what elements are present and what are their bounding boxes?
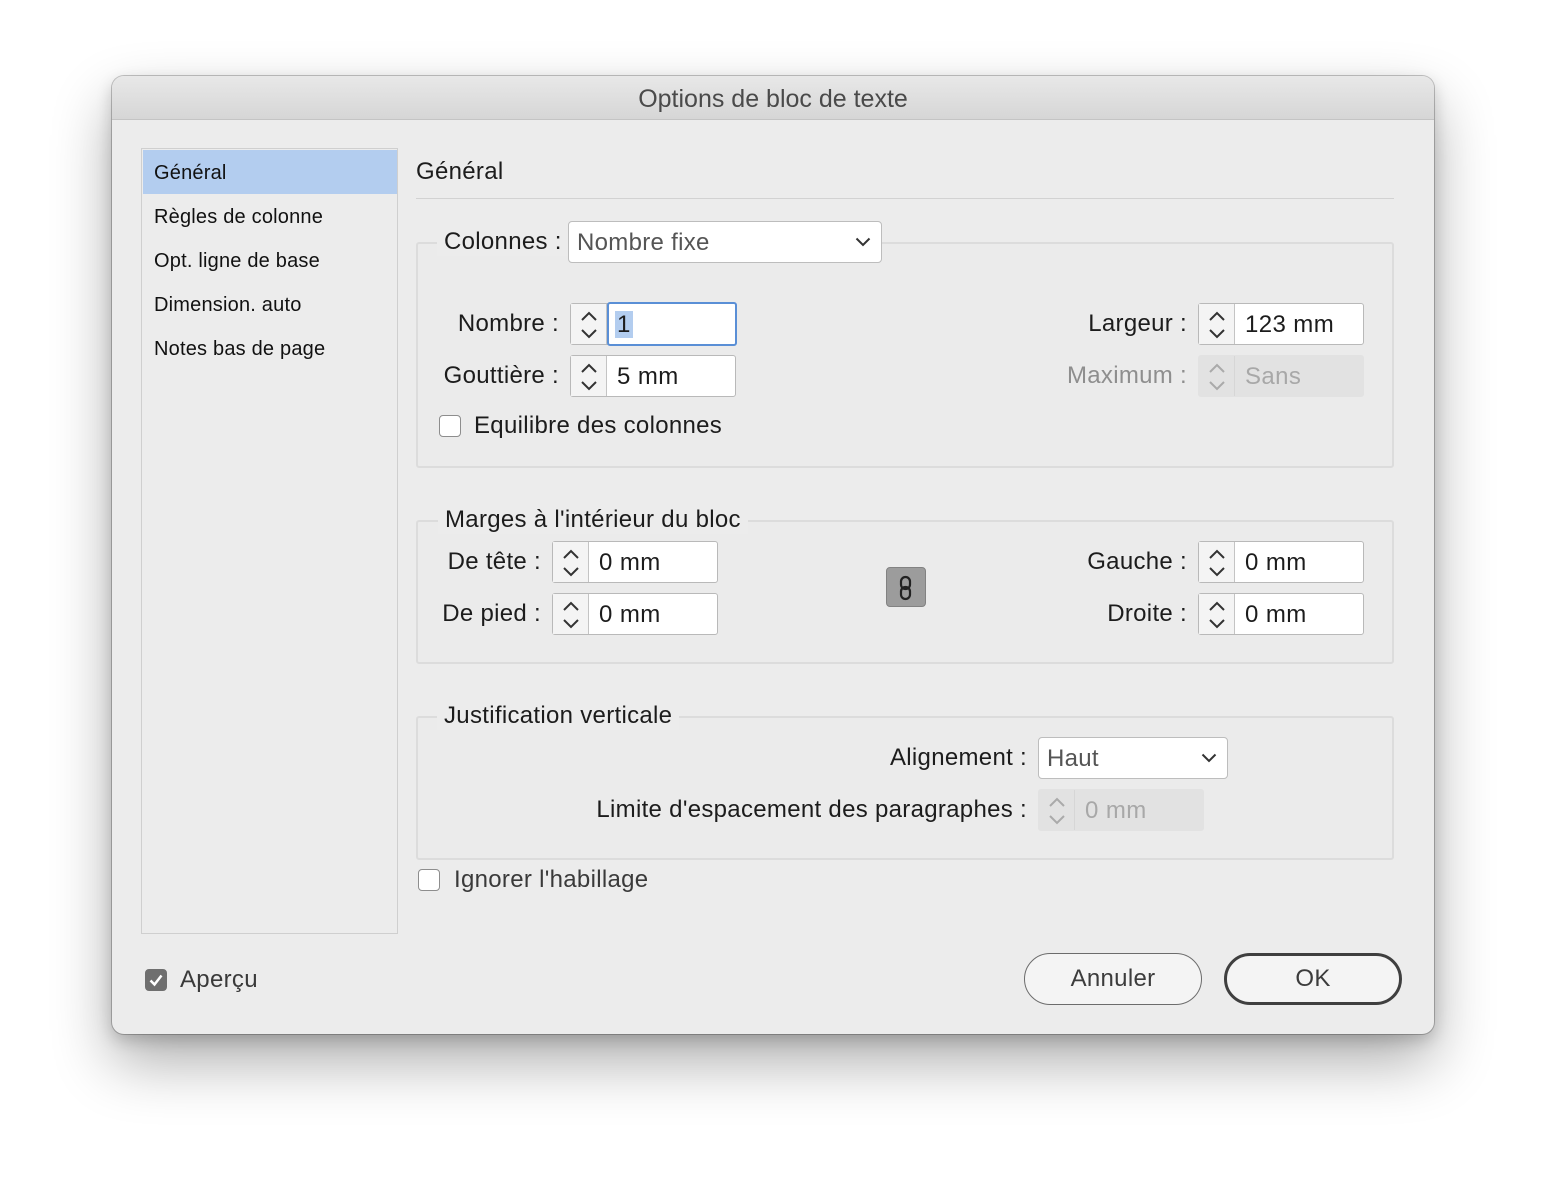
stepper-arrows-icon[interactable] xyxy=(553,542,589,582)
stepper-arrows-icon[interactable] xyxy=(1199,542,1235,582)
stepper-arrows-icon[interactable] xyxy=(1199,304,1235,344)
width-input[interactable]: 123 mm xyxy=(1245,304,1334,344)
preview-checkbox[interactable] xyxy=(145,969,167,991)
columns-label: Colonnes : xyxy=(437,228,569,256)
sidebar-item-baseline-options[interactable]: Opt. ligne de base xyxy=(143,238,397,282)
insets-legend: Marges à l'intérieur du bloc xyxy=(438,506,748,534)
paragraph-spacing-limit-input: 0 mm xyxy=(1085,797,1147,824)
cancel-button[interactable]: Annuler xyxy=(1024,953,1202,1005)
stepper-arrows-icon xyxy=(1039,790,1075,830)
columns-number-input[interactable]: 1 xyxy=(615,304,633,344)
width-stepper[interactable]: 123 mm xyxy=(1198,303,1364,345)
sidebar-item-column-rules[interactable]: Règles de colonne xyxy=(143,194,397,238)
chevron-down-icon xyxy=(1201,753,1217,763)
inset-bottom-stepper[interactable]: 0 mm xyxy=(552,593,718,635)
checkmark-icon xyxy=(149,974,163,987)
chevron-down-icon xyxy=(855,237,871,247)
gutter-input[interactable]: 5 mm xyxy=(617,356,679,396)
columns-number-stepper[interactable]: 1 xyxy=(570,302,737,346)
text-frame-options-dialog: Options de bloc de texte Général Règles … xyxy=(112,76,1434,1034)
paragraph-spacing-limit-stepper: 0 mm xyxy=(1038,789,1204,831)
columns-type-value: Nombre fixe xyxy=(577,229,710,256)
stepper-arrows-icon[interactable] xyxy=(1199,594,1235,634)
sidebar-item-footnotes[interactable]: Notes bas de page xyxy=(143,326,397,370)
ignore-text-wrap-label[interactable]: Ignorer l'habillage xyxy=(454,866,648,894)
inset-bottom-input[interactable]: 0 mm xyxy=(599,594,661,634)
panel-title: Général xyxy=(416,158,504,185)
alignment-label: Alignement : xyxy=(889,744,1027,771)
title-divider xyxy=(416,198,1394,199)
width-label: Largeur : xyxy=(1088,310,1187,337)
sidebar-item-auto-size[interactable]: Dimension. auto xyxy=(143,282,397,326)
sidebar-item-general[interactable]: Général xyxy=(143,150,397,194)
paragraph-spacing-limit-label: Limite d'espacement des paragraphes : xyxy=(596,796,1027,823)
inset-bottom-label: De pied : xyxy=(442,600,541,627)
link-insets-button[interactable] xyxy=(886,567,926,607)
inset-right-stepper[interactable]: 0 mm xyxy=(1198,593,1364,635)
alignment-dropdown[interactable]: Haut xyxy=(1038,737,1228,779)
vertical-justification-legend: Justification verticale xyxy=(437,702,680,730)
balance-columns-label[interactable]: Equilibre des colonnes xyxy=(474,412,722,440)
inset-left-input[interactable]: 0 mm xyxy=(1245,542,1307,582)
maximum-stepper: Sans xyxy=(1198,355,1364,397)
gutter-stepper[interactable]: 5 mm xyxy=(570,355,736,397)
maximum-input: Sans xyxy=(1245,363,1302,390)
inset-top-input[interactable]: 0 mm xyxy=(599,542,661,582)
inset-right-label: Droite : xyxy=(1107,600,1187,627)
sidebar: Général Règles de colonne Opt. ligne de … xyxy=(141,148,398,934)
gutter-label: Gouttière : xyxy=(443,362,559,389)
stepper-arrows-icon xyxy=(1199,356,1235,396)
stepper-arrows-icon[interactable] xyxy=(553,594,589,634)
columns-type-dropdown[interactable]: Nombre fixe xyxy=(568,221,882,263)
ok-button[interactable]: OK xyxy=(1224,953,1402,1005)
vertical-justification-group xyxy=(416,716,1394,860)
chain-link-icon xyxy=(899,575,912,601)
inset-left-stepper[interactable]: 0 mm xyxy=(1198,541,1364,583)
window-title: Options de bloc de texte xyxy=(112,76,1434,120)
inset-left-label: Gauche : xyxy=(1087,548,1187,575)
maximum-label: Maximum : xyxy=(1066,362,1187,389)
columns-number-label: Nombre : xyxy=(457,310,559,337)
ignore-text-wrap-checkbox[interactable] xyxy=(418,869,440,891)
inset-right-input[interactable]: 0 mm xyxy=(1245,594,1307,634)
balance-columns-checkbox[interactable] xyxy=(439,415,461,437)
alignment-value: Haut xyxy=(1047,745,1099,772)
preview-label[interactable]: Aperçu xyxy=(180,966,258,994)
stepper-arrows-icon[interactable] xyxy=(571,304,607,344)
stepper-arrows-icon[interactable] xyxy=(571,356,607,396)
inset-top-label: De tête : xyxy=(447,548,541,575)
inset-top-stepper[interactable]: 0 mm xyxy=(552,541,718,583)
